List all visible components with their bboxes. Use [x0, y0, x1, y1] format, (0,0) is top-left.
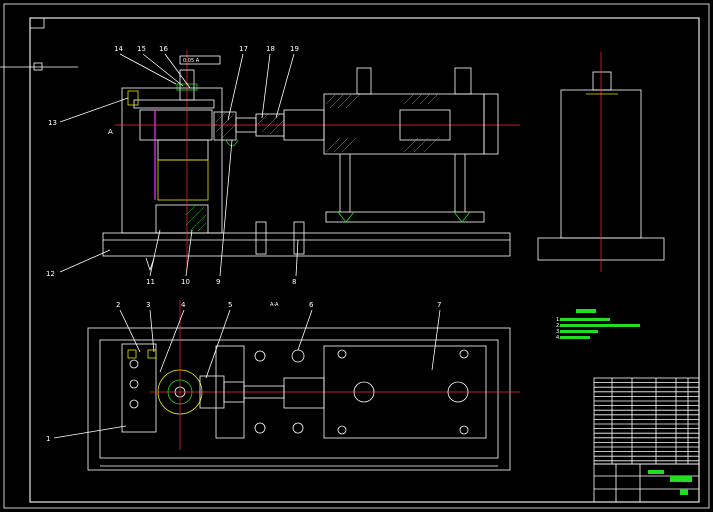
callout-16: 16 — [159, 45, 168, 53]
callout-17: 17 — [239, 45, 248, 53]
tolerance-text: 0.05 A — [183, 58, 200, 64]
corner-mark — [29, 17, 45, 29]
callout-7: 7 — [437, 301, 441, 309]
front-view — [102, 50, 520, 272]
hatch-lower — [185, 204, 207, 232]
plan-hole-b — [129, 379, 139, 389]
plan-screw-3 — [147, 349, 157, 359]
bolt-left — [337, 211, 355, 223]
plan-view — [87, 300, 520, 471]
plan-piston-rod — [283, 377, 325, 409]
section-mark: A — [108, 128, 113, 136]
side-pin — [592, 71, 612, 91]
callout-5: 5 — [228, 301, 232, 309]
cylinder-end-cap — [483, 93, 499, 155]
plan-mount-1 — [337, 349, 347, 359]
view-label: A-A — [270, 302, 279, 308]
leaders-plan — [53, 309, 441, 439]
plan-bolt-2 — [254, 422, 266, 434]
hatch-cylinder — [325, 93, 439, 153]
cylinder-barrel — [323, 93, 485, 155]
bolt-right — [453, 211, 471, 223]
plan-bolt-3 — [292, 422, 304, 434]
title-block-frame — [593, 463, 700, 503]
port-right — [454, 67, 472, 95]
plan-screw-2 — [127, 349, 137, 359]
plan-hole-c — [129, 399, 139, 409]
plan-clamp — [121, 343, 157, 433]
callout-10: 10 — [181, 278, 190, 286]
callout-6: 6 — [309, 301, 314, 309]
plan-mount-3 — [337, 425, 347, 435]
parts-list — [593, 377, 700, 465]
side-view — [537, 52, 665, 272]
plan-mount-2 — [459, 349, 469, 359]
callout-18: 18 — [266, 45, 275, 53]
base-bolt-8b — [293, 221, 305, 255]
callout-2: 2 — [116, 301, 120, 309]
plan-base — [87, 327, 511, 471]
spacer — [157, 139, 209, 161]
screw-13 — [127, 90, 139, 106]
callout-12: 12 — [46, 270, 55, 278]
plan-mount-4 — [459, 425, 469, 435]
callout-11: 11 — [146, 278, 155, 286]
callout-19: 19 — [290, 45, 299, 53]
base-bolt-8a — [255, 221, 267, 255]
callout-14: 14 — [114, 45, 123, 53]
clamp-top — [133, 99, 215, 109]
binding-mark — [33, 62, 43, 71]
parts-table — [593, 377, 700, 465]
plan-bolt-1 — [254, 350, 266, 362]
plan-inner — [99, 339, 499, 459]
plan-bolt-6 — [291, 349, 305, 363]
callout-9: 9 — [216, 278, 220, 286]
base-plate — [102, 232, 511, 257]
callout-13: 13 — [48, 119, 57, 127]
plan-hole-a — [129, 359, 139, 369]
callout-3: 3 — [146, 301, 150, 309]
callout-8: 8 — [292, 278, 296, 286]
title-block — [593, 463, 700, 503]
port-left — [356, 67, 372, 95]
spring-housing — [157, 159, 209, 201]
callout-15: 15 — [137, 45, 146, 53]
callout-4: 4 — [181, 301, 186, 309]
leaders-top — [59, 53, 299, 277]
technical-notes: 1. 2. 3. 4. — [556, 309, 640, 341]
assembly-drawing: 14 15 16 17 18 19 13 12 11 10 9 8 A 0.05… — [0, 3, 710, 509]
jaw — [213, 111, 237, 141]
notes-title — [576, 309, 596, 313]
callout-1: 1 — [46, 435, 50, 443]
